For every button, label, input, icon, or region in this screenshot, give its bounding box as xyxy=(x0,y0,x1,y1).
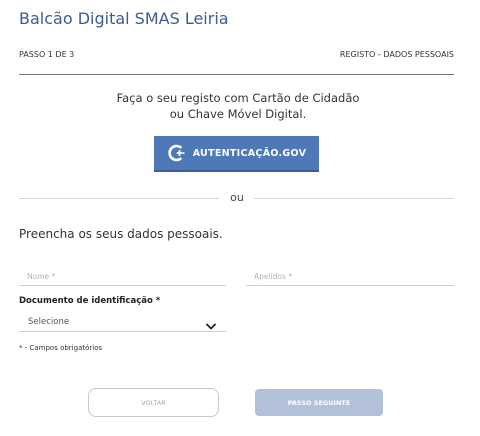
name-field-container xyxy=(19,264,234,287)
document-type-selected-value: Selecione xyxy=(28,317,70,327)
required-fields-note: * - Campos obrigatórios xyxy=(19,344,103,352)
divider-line-left xyxy=(19,198,219,199)
intro-line-1: Faça o seu registo com Cartão de Cidadão xyxy=(116,91,360,105)
step-divider-line xyxy=(19,74,454,75)
step-bar: PASSO 1 DE 3 REGISTO - DADOS PESSOAIS xyxy=(19,50,454,64)
intro-line-2: ou Chave Móvel Digital. xyxy=(169,107,307,121)
next-step-button[interactable]: PASSO SEGUINTE xyxy=(255,389,383,416)
step-name: REGISTO - DADOS PESSOAIS xyxy=(339,50,454,59)
divider-text: ou xyxy=(230,191,244,204)
chevron-down-icon xyxy=(206,316,216,330)
name-input[interactable] xyxy=(19,266,234,287)
intro-text: Faça o seu registo com Cartão de Cidadão… xyxy=(0,90,476,122)
divider-line-right xyxy=(254,198,454,199)
form-prompt: Preencha os seus dados pessoais. xyxy=(19,227,223,241)
autenticacao-gov-logo-icon xyxy=(167,143,187,163)
page-title: Balcão Digital SMAS Leiria xyxy=(19,9,229,28)
surname-input[interactable] xyxy=(246,266,462,287)
document-type-label: Documento de identificação * xyxy=(19,296,161,306)
autenticacao-gov-button[interactable]: AUTENTICAÇÃO.GOV xyxy=(154,136,319,172)
back-button[interactable]: VOLTAR xyxy=(88,388,219,417)
document-type-select[interactable]: Selecione xyxy=(19,312,226,332)
autenticacao-gov-label: AUTENTICAÇÃO.GOV xyxy=(192,147,307,159)
step-counter: PASSO 1 DE 3 xyxy=(19,50,75,59)
surname-field-container xyxy=(246,264,462,287)
